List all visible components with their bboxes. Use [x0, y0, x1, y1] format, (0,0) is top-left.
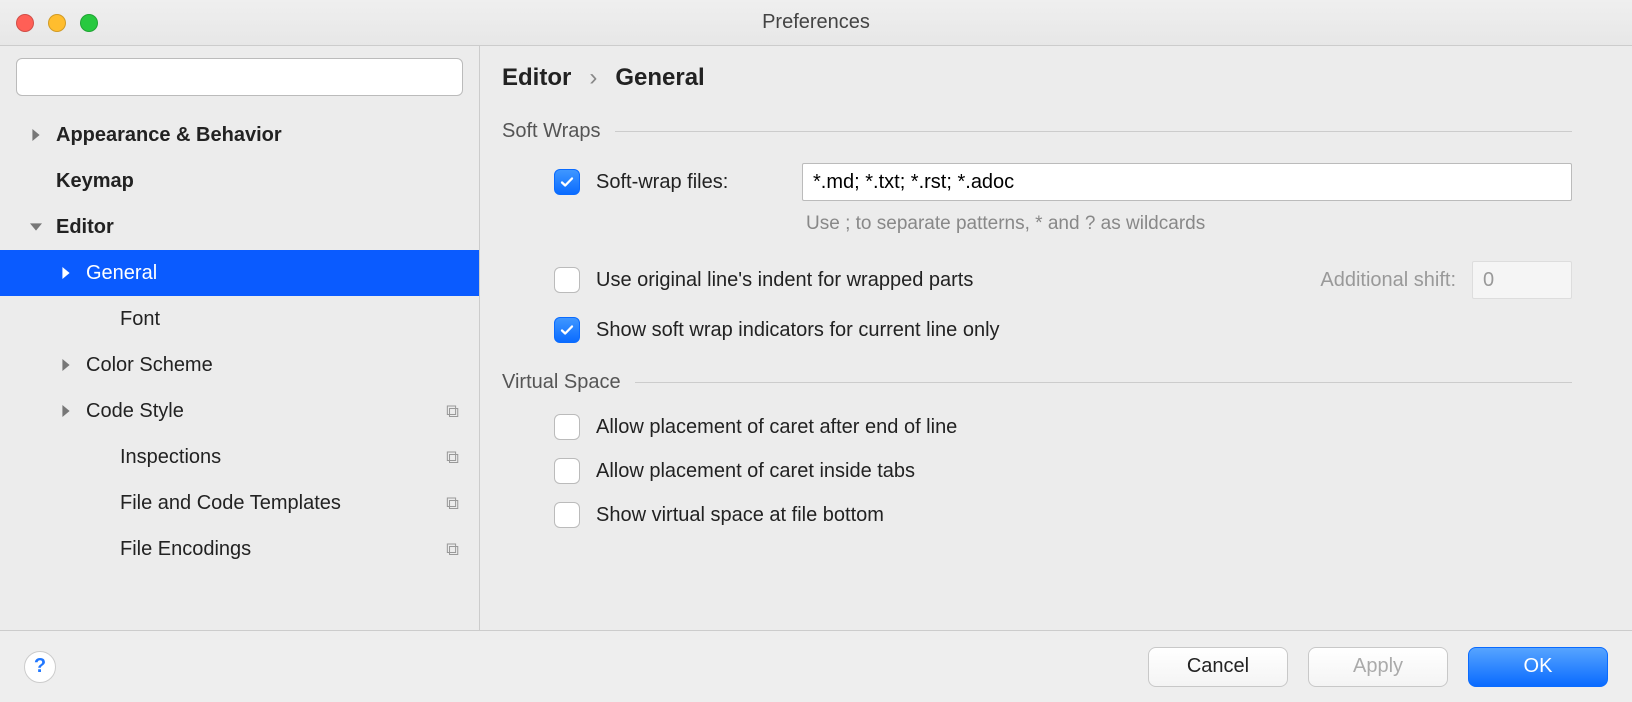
search-input[interactable]: [16, 58, 463, 96]
project-level-icon: ⧉: [446, 447, 459, 468]
arrow-spacer: [92, 495, 108, 511]
soft-wrap-files-label: Soft-wrap files:: [596, 171, 786, 194]
additional-shift-label: Additional shift:: [1320, 269, 1456, 292]
chevron-down-icon[interactable]: [28, 219, 44, 235]
main-area: Appearance & Behavior Keymap Editor General…: [0, 46, 1632, 630]
tree-item-label: Appearance & Behavior: [56, 124, 459, 147]
virtual-space-bottom-label: Show virtual space at file bottom: [596, 504, 884, 527]
project-level-icon: ⧉: [446, 401, 459, 422]
project-level-icon: ⧉: [446, 493, 459, 514]
soft-wrap-hint: Use ; to separate patterns, * and ? as w…: [502, 213, 1572, 235]
chevron-right-icon[interactable]: [28, 127, 44, 143]
section-divider: [615, 131, 1572, 132]
arrow-spacer: [28, 173, 44, 189]
tree-item-label: Font: [120, 308, 459, 331]
breadcrumb-root: Editor: [502, 64, 571, 92]
settings-tree: Appearance & Behavior Keymap Editor General…: [0, 108, 479, 630]
tree-item-label: File and Code Templates: [120, 492, 438, 515]
help-button[interactable]: ?: [24, 651, 56, 683]
zoom-window-button[interactable]: [80, 14, 98, 32]
tree-item-code-style[interactable]: Code Style ⧉: [0, 388, 479, 434]
breadcrumb-separator-icon: ›: [589, 64, 597, 92]
tree-item-label: Color Scheme: [86, 354, 459, 377]
tree-item-label: Editor: [56, 216, 459, 239]
project-level-icon: ⧉: [446, 539, 459, 560]
indicators-label: Show soft wrap indicators for current li…: [596, 319, 1000, 342]
breadcrumb: Editor › General: [502, 64, 1572, 92]
soft-wrap-files-checkbox[interactable]: [554, 169, 580, 195]
tree-item-label: Inspections: [120, 446, 438, 469]
tree-item-label: File Encodings: [120, 538, 438, 561]
window-controls: [16, 14, 98, 32]
dialog-footer: ? Cancel Apply OK: [0, 630, 1632, 702]
tree-item-file-encodings[interactable]: File Encodings ⧉: [0, 526, 479, 572]
section-title: Virtual Space: [502, 371, 621, 394]
section-title: Soft Wraps: [502, 120, 601, 143]
tree-item-inspections[interactable]: Inspections ⧉: [0, 434, 479, 480]
tree-item-color-scheme[interactable]: Color Scheme: [0, 342, 479, 388]
breadcrumb-leaf: General: [615, 64, 704, 92]
minimize-window-button[interactable]: [48, 14, 66, 32]
section-virtual-space: Virtual Space: [502, 371, 1572, 394]
close-window-button[interactable]: [16, 14, 34, 32]
virtual-space-bottom-checkbox[interactable]: [554, 502, 580, 528]
indicators-checkbox[interactable]: [554, 317, 580, 343]
cancel-button[interactable]: Cancel: [1148, 647, 1288, 687]
chevron-right-icon[interactable]: [58, 403, 74, 419]
arrow-spacer: [92, 449, 108, 465]
additional-shift-input: [1472, 261, 1572, 299]
tree-item-label: Code Style: [86, 400, 438, 423]
arrow-spacer: [92, 541, 108, 557]
titlebar: Preferences: [0, 0, 1632, 46]
tree-item-font[interactable]: Font: [0, 296, 479, 342]
original-indent-label: Use original line's indent for wrapped p…: [596, 269, 973, 292]
arrow-spacer: [92, 311, 108, 327]
caret-inside-tabs-label: Allow placement of caret inside tabs: [596, 460, 915, 483]
caret-after-eol-checkbox[interactable]: [554, 414, 580, 440]
tree-item-label: Keymap: [56, 170, 459, 193]
soft-wrap-patterns-input[interactable]: [802, 163, 1572, 201]
settings-content: Editor › General Soft Wraps Soft-wrap fi…: [480, 46, 1632, 630]
section-soft-wraps: Soft Wraps: [502, 120, 1572, 143]
caret-inside-tabs-checkbox[interactable]: [554, 458, 580, 484]
section-divider: [635, 382, 1572, 383]
chevron-right-icon[interactable]: [58, 265, 74, 281]
caret-after-eol-label: Allow placement of caret after end of li…: [596, 416, 957, 439]
tree-item-editor[interactable]: Editor: [0, 204, 479, 250]
chevron-right-icon[interactable]: [58, 357, 74, 373]
tree-item-file-and-code-templates[interactable]: File and Code Templates ⧉: [0, 480, 479, 526]
tree-item-keymap[interactable]: Keymap: [0, 158, 479, 204]
sidebar: Appearance & Behavior Keymap Editor General…: [0, 46, 480, 630]
original-indent-checkbox[interactable]: [554, 267, 580, 293]
window-title: Preferences: [0, 11, 1632, 34]
apply-button[interactable]: Apply: [1308, 647, 1448, 687]
tree-item-general[interactable]: General: [0, 250, 479, 296]
tree-item-appearance-behavior[interactable]: Appearance & Behavior: [0, 112, 479, 158]
tree-item-label: General: [86, 262, 459, 285]
ok-button[interactable]: OK: [1468, 647, 1608, 687]
